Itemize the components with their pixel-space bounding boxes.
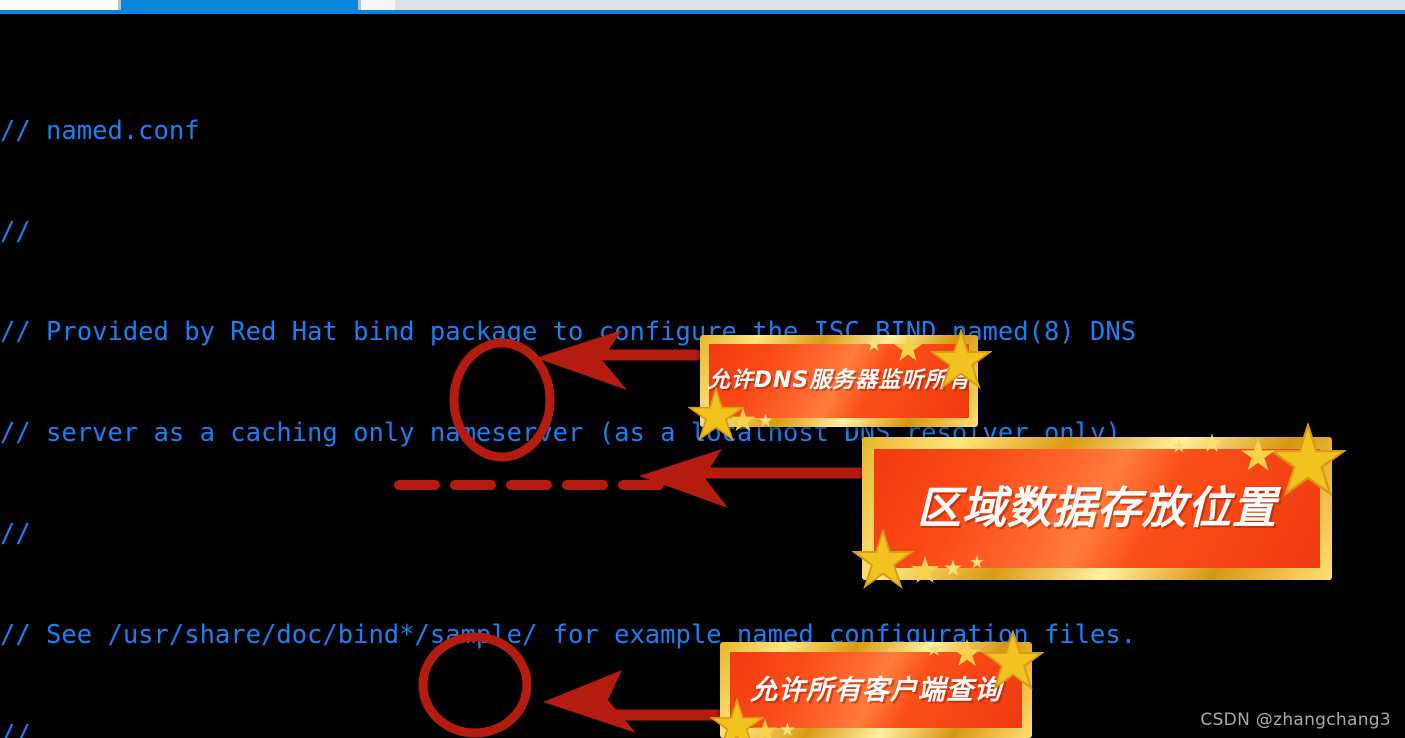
star-icon bbox=[1241, 438, 1275, 471]
browser-tab-strip[interactable] bbox=[0, 0, 1405, 10]
tab-new-tab-button[interactable] bbox=[361, 0, 395, 10]
star-icon bbox=[930, 329, 992, 390]
star-icon bbox=[752, 718, 778, 738]
comment-text: // bbox=[0, 518, 31, 549]
star-icon bbox=[970, 555, 984, 569]
star-icon bbox=[982, 630, 1044, 691]
star-icon bbox=[1172, 439, 1186, 453]
star-icon bbox=[852, 529, 914, 590]
code-line: // named.conf bbox=[0, 115, 1405, 149]
annotation-banner-zone-data: 区域数据存放位置 bbox=[852, 423, 1346, 590]
comment-text: // named.conf bbox=[0, 115, 200, 146]
screenshot-root: // named.conf // // Provided by Red Hat … bbox=[0, 0, 1405, 738]
star-icon bbox=[893, 333, 923, 361]
star-icon bbox=[780, 722, 795, 736]
star-icon bbox=[866, 336, 882, 351]
code-line: // bbox=[0, 216, 1405, 250]
tab-strip-empty-area bbox=[395, 0, 1405, 10]
code-line: // See /usr/share/doc/bind*/sample/ for … bbox=[0, 619, 1405, 653]
star-icon bbox=[926, 641, 942, 656]
star-icon bbox=[730, 407, 756, 432]
star-icon bbox=[952, 638, 982, 666]
watermark-text: CSDN @zhangchang3 bbox=[1200, 710, 1391, 730]
banner-label: 允许所有客户端查询 bbox=[750, 674, 1002, 706]
code-line: // bbox=[0, 719, 1405, 738]
tab-active[interactable] bbox=[121, 0, 358, 10]
annotation-banner-allow-query: 允许所有客户端查询 bbox=[710, 630, 1044, 738]
annotation-banner-listen: 允许DNS服务器监听所有 bbox=[688, 329, 992, 442]
star-icon bbox=[910, 555, 940, 583]
banner-label: 区域数据存放位置 bbox=[917, 482, 1277, 534]
comment-text: // bbox=[0, 216, 31, 247]
comment-text: // bbox=[0, 720, 31, 738]
star-icon bbox=[758, 413, 773, 427]
star-icon bbox=[1202, 433, 1222, 452]
star-icon bbox=[1270, 423, 1346, 497]
star-icon bbox=[944, 559, 962, 576]
tab-inactive-left[interactable] bbox=[0, 0, 118, 10]
